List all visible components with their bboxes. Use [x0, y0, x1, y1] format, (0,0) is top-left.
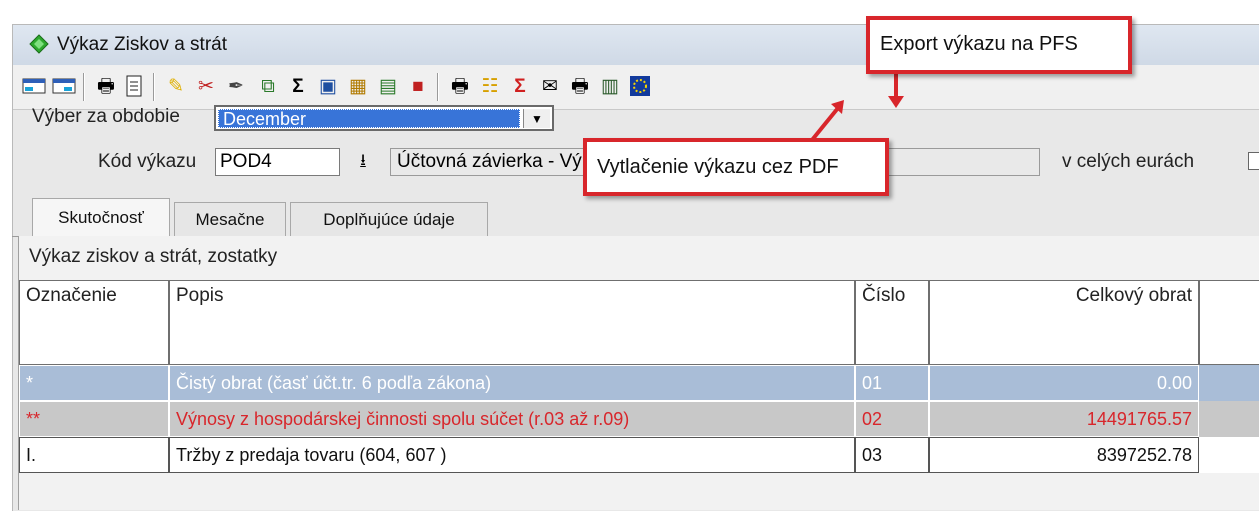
arrow-pdf [810, 106, 840, 142]
callout-export: Export výkazu na PFS [866, 16, 1132, 74]
callout-pdf: Vytlačenie výkazu cez PDF [583, 138, 889, 196]
callout-arrows [810, 74, 904, 142]
arrow-export-head [888, 96, 904, 108]
